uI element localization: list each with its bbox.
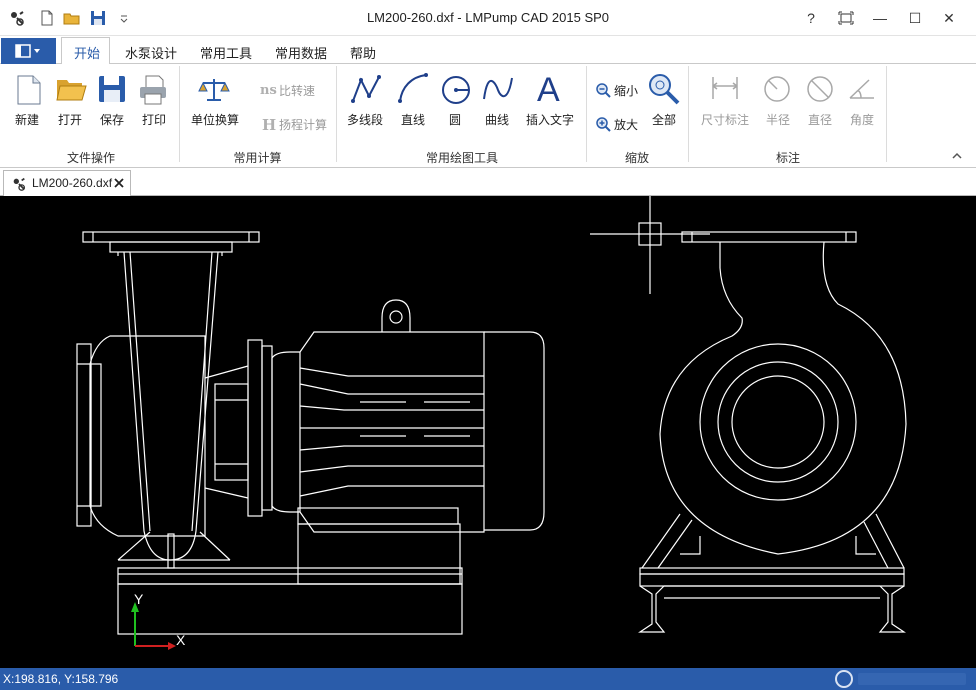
tab-common-data[interactable]: 常用数据 xyxy=(275,43,327,62)
zoom-out-label[interactable]: 缩小 xyxy=(614,82,638,99)
curve-icon[interactable] xyxy=(482,74,514,104)
zoom-out-icon[interactable] xyxy=(595,82,611,98)
close-button[interactable]: ✕ xyxy=(939,8,959,28)
new-label[interactable]: 新建 xyxy=(15,111,39,128)
insert-text-label[interactable]: 插入文字 xyxy=(526,111,574,128)
svg-text:ns: ns xyxy=(260,83,277,96)
angle-label[interactable]: 角度 xyxy=(850,111,874,128)
line-label[interactable]: 直线 xyxy=(401,111,425,128)
pump-side-view xyxy=(76,231,545,635)
menu-icon xyxy=(15,44,40,58)
minimize-button[interactable]: — xyxy=(870,8,890,28)
group-zoom-label: 缩放 xyxy=(624,151,649,165)
curve-label[interactable]: 曲线 xyxy=(485,111,509,128)
new-document-icon[interactable] xyxy=(14,74,44,106)
group-calc-label: 常用计算 xyxy=(233,151,282,165)
specific-speed-label[interactable]: 比转速 xyxy=(279,82,315,99)
axis-x-label: X xyxy=(176,632,186,648)
polyline-icon[interactable] xyxy=(350,74,382,104)
line-icon[interactable] xyxy=(397,72,429,104)
polyline-label[interactable]: 多线段 xyxy=(347,111,383,128)
diameter-label[interactable]: 直径 xyxy=(808,111,832,128)
document-tab-label: LM200-260.dxf xyxy=(32,176,113,190)
group-separator xyxy=(179,66,180,162)
tab-help[interactable]: 帮助 xyxy=(350,43,376,62)
print-label[interactable]: 打印 xyxy=(142,111,166,128)
angle-icon xyxy=(849,79,874,99)
coordinate-readout: X:198.816, Y:158.796 xyxy=(3,672,119,686)
title-bar: LM200-260.dxf - LMPump CAD 2015 SP0 ? — … xyxy=(0,0,976,36)
ns-icon: ns xyxy=(260,83,277,96)
status-bar: X:198.816, Y:158.796 xyxy=(0,668,976,690)
head-icon: H xyxy=(262,116,276,132)
head-calc-label[interactable]: 扬程计算 xyxy=(279,116,327,133)
document-tab-strip xyxy=(0,168,976,196)
file-menu-button[interactable] xyxy=(1,38,56,64)
collapse-ribbon-icon[interactable] xyxy=(951,151,963,161)
restore-ribbon-icon[interactable] xyxy=(836,8,856,28)
group-separator xyxy=(688,66,689,162)
group-draw-label: 常用绘图工具 xyxy=(425,151,498,165)
radius-icon xyxy=(764,76,790,102)
pump-front-view xyxy=(638,231,907,633)
zoom-all-icon[interactable] xyxy=(647,72,681,106)
group-separator xyxy=(586,66,587,162)
dimension-icon xyxy=(712,77,738,99)
scale-icon[interactable] xyxy=(197,76,231,104)
ucs-axes-icon xyxy=(131,602,176,650)
unit-convert-label[interactable]: 单位换算 xyxy=(191,111,239,128)
crosshair-cursor xyxy=(590,196,710,294)
svg-text:A: A xyxy=(537,72,560,104)
group-separator xyxy=(336,66,337,162)
group-dimension-label: 标注 xyxy=(775,151,800,165)
cad-drawing: Y X xyxy=(76,196,907,650)
axis-y-label: Y xyxy=(134,591,144,607)
watermark-logo-icon xyxy=(835,670,966,688)
zoom-in-icon[interactable] xyxy=(595,116,611,132)
window-title: LM200-260.dxf - LMPump CAD 2015 SP0 xyxy=(366,10,610,25)
tab-pump-design[interactable]: 水泵设计 xyxy=(125,43,177,62)
document-logo-icon xyxy=(13,177,25,191)
drawing-canvas[interactable]: Y X xyxy=(0,196,976,668)
print-icon[interactable] xyxy=(137,74,169,106)
radius-label[interactable]: 半径 xyxy=(766,111,790,128)
circle-icon[interactable] xyxy=(440,74,472,106)
tab-common-tools[interactable]: 常用工具 xyxy=(200,43,252,62)
insert-text-icon[interactable]: A xyxy=(535,72,565,104)
svg-text:H: H xyxy=(262,116,276,132)
maximize-button[interactable]: ☐ xyxy=(905,8,925,28)
close-tab-icon[interactable] xyxy=(114,178,124,188)
circle-label[interactable]: 圆 xyxy=(449,111,461,128)
open-label[interactable]: 打开 xyxy=(58,111,82,128)
save-label[interactable]: 保存 xyxy=(100,111,124,128)
group-separator xyxy=(886,66,887,162)
dimension-label[interactable]: 尺寸标注 xyxy=(701,111,749,128)
zoom-in-label[interactable]: 放大 xyxy=(614,116,638,133)
tab-start[interactable]: 开始 xyxy=(74,43,100,62)
zoom-all-label[interactable]: 全部 xyxy=(652,111,676,128)
diameter-icon xyxy=(807,76,833,102)
open-icon[interactable] xyxy=(55,74,87,104)
group-file-label: 文件操作 xyxy=(66,151,115,165)
save-large-icon[interactable] xyxy=(97,74,127,104)
document-tab[interactable]: LM200-260.dxf xyxy=(3,170,131,196)
help-button[interactable]: ? xyxy=(801,8,821,28)
